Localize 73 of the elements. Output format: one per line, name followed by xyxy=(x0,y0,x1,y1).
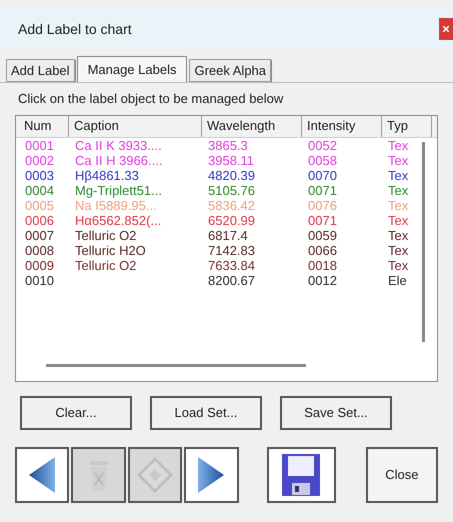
left-arrow-icon xyxy=(27,454,58,494)
table-cell: 8200.67 xyxy=(208,272,255,288)
action-button[interactable]: Load Set... xyxy=(150,396,262,430)
close-icon xyxy=(443,26,449,32)
table-cell: 4820.39 xyxy=(208,168,255,182)
table-cell: Telluric O2 xyxy=(75,258,136,272)
table-cell: 0070 xyxy=(308,168,337,182)
table-cell: 0009 xyxy=(25,258,54,272)
action-button[interactable]: Clear... xyxy=(20,396,132,430)
table-cell: 0001 xyxy=(25,138,54,152)
table-cell: 0010 xyxy=(25,272,54,288)
table-cell: 0007 xyxy=(25,228,54,242)
table-cell: 6520.99 xyxy=(208,212,255,228)
table-cell: 0006 xyxy=(25,212,54,228)
right-arrow-icon xyxy=(196,454,226,494)
table-cell: Na I5889.95... xyxy=(75,198,157,212)
window-title: Add Label to chart xyxy=(18,20,132,38)
table-cell: Hα6562.852(... xyxy=(75,212,162,228)
column-header[interactable]: Intensity xyxy=(302,116,382,136)
table-cell: Ca II H 3966.... xyxy=(75,152,162,168)
table-cell: Tex xyxy=(388,212,408,228)
column-header[interactable]: Caption xyxy=(69,116,202,136)
table-cell: 0004 xyxy=(25,182,54,198)
table-cell: 0008 xyxy=(25,242,54,258)
table-cell: Ele xyxy=(388,272,407,288)
table-cell: 0076 xyxy=(308,198,337,212)
tab[interactable]: Add Label xyxy=(6,59,75,82)
close-button[interactable]: Close xyxy=(366,446,438,502)
table-cell: 5105.76 xyxy=(208,182,255,198)
table-cell: 3865.3 xyxy=(208,138,248,152)
column-header[interactable]: Typ xyxy=(382,116,432,136)
table-cell: Tex xyxy=(388,168,408,182)
table-cell: 0071 xyxy=(308,182,337,198)
table-cell: Tex xyxy=(388,152,408,168)
vertical-scrollbar[interactable] xyxy=(422,142,425,342)
table-cell: Ca II K 3933.... xyxy=(75,138,162,152)
diamond-icon xyxy=(134,454,175,494)
table-cell: 0066 xyxy=(308,242,337,258)
instruction-text: Click on the label object to be managed below xyxy=(18,90,284,108)
table-cell: 0059 xyxy=(308,228,337,242)
table-cell: 0005 xyxy=(25,198,54,212)
table-cell: 0018 xyxy=(308,258,337,272)
close-button[interactable] xyxy=(439,18,453,40)
table-cell: Tex xyxy=(388,182,408,198)
table-cell: 0052 xyxy=(308,138,337,152)
save-button[interactable] xyxy=(266,446,336,502)
horizontal-scrollbar[interactable] xyxy=(46,364,306,366)
table-cell: Hβ4861.33 xyxy=(75,168,139,182)
tab[interactable]: Greek Alpha xyxy=(189,59,272,82)
column-header[interactable]: Num xyxy=(19,116,69,136)
table-cell: 3958.11 xyxy=(208,152,254,168)
tool-button[interactable] xyxy=(184,446,239,502)
tab[interactable]: Manage Labels xyxy=(76,56,188,82)
table-cell: Telluric O2 xyxy=(75,228,136,242)
table-cell: 0071 xyxy=(308,212,337,228)
table-cell: 0012 xyxy=(308,272,337,288)
action-button[interactable]: Save Set... xyxy=(280,396,392,430)
table-cell: 0003 xyxy=(25,168,54,182)
table-cell: Mg-Triplett51... xyxy=(75,182,162,198)
tool-button[interactable] xyxy=(15,446,70,502)
table-cell: Tex xyxy=(388,258,408,272)
table-cell: Tex xyxy=(388,198,408,212)
table-cell: 7633.84 xyxy=(208,258,255,272)
table-cell: 0002 xyxy=(25,152,54,168)
table-cell: 6817.4 xyxy=(208,228,248,242)
table-cell: Tex xyxy=(388,242,408,258)
table-cell: Tex xyxy=(388,228,408,242)
table-cell: 7142.83 xyxy=(208,242,255,258)
table-cell: Telluric H2O xyxy=(75,242,146,258)
table-cell: 5836.42 xyxy=(208,198,255,212)
column-header[interactable]: Wavelength xyxy=(202,116,302,136)
table-cell: Tex xyxy=(388,138,408,152)
table-cell: 0058 xyxy=(308,152,337,168)
